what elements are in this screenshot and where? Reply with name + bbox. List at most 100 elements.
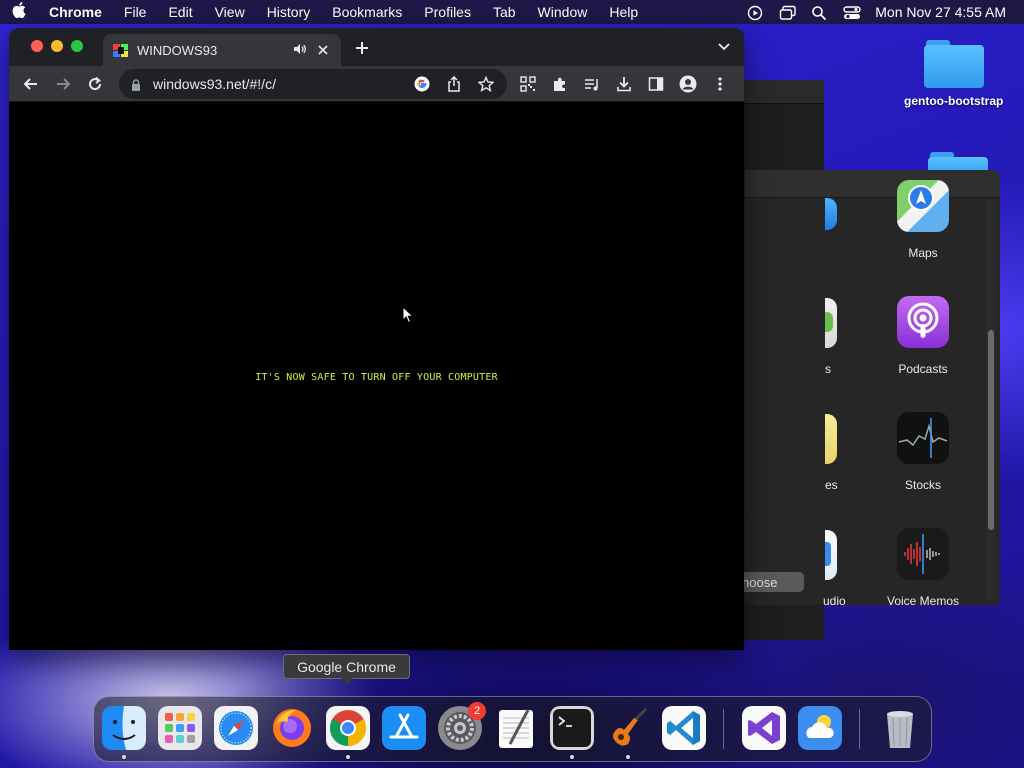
address-bar[interactable]: windows93.net/#!/c/ (119, 69, 507, 99)
folder-icon (923, 38, 984, 88)
partial-app-icon[interactable] (825, 414, 837, 464)
menu-bookmarks[interactable]: Bookmarks (321, 4, 413, 20)
partial-app-label: s (825, 362, 831, 376)
dock-firefox[interactable] (270, 706, 314, 750)
app-maps[interactable]: Maps (873, 180, 973, 260)
lock-icon[interactable] (131, 78, 141, 91)
screen-mirroring-icon[interactable] (779, 5, 796, 20)
url-text[interactable]: windows93.net/#!/c/ (153, 76, 413, 92)
windows93-favicon-icon (113, 42, 129, 58)
back-arrow-icon[interactable] (15, 69, 47, 99)
weather-icon (798, 706, 842, 750)
app-label: Maps (908, 246, 938, 260)
dock-visual-studio[interactable] (742, 706, 786, 750)
page-viewport[interactable]: IT'S NOW SAFE TO TURN OFF YOUR COMPUTER (9, 102, 744, 650)
minimize-window-button[interactable] (51, 40, 63, 52)
scrollbar[interactable] (986, 200, 996, 600)
vscode-icon (662, 706, 706, 750)
safari-icon (214, 706, 258, 750)
share-icon[interactable] (445, 75, 463, 93)
control-center-icon[interactable] (843, 5, 861, 19)
launchpad-icon (158, 706, 202, 750)
choose-button[interactable]: hoose (742, 572, 804, 592)
profile-avatar-icon[interactable] (679, 75, 697, 93)
app-label: Stocks (904, 478, 941, 492)
apple-menu-icon[interactable] (0, 1, 38, 23)
menu-view[interactable]: View (204, 4, 256, 20)
dock-tooltip: Google Chrome (283, 654, 410, 685)
menu-window[interactable]: Window (527, 4, 599, 20)
app-label: Podcasts (898, 362, 948, 376)
bookmark-star-icon[interactable] (477, 75, 495, 93)
menu-help[interactable]: Help (598, 4, 649, 20)
menu-app-name[interactable]: Chrome (38, 4, 113, 20)
app-stocks[interactable]: Stocks (873, 412, 973, 492)
zoom-window-button[interactable] (71, 40, 83, 52)
notification-badge: 2 (468, 702, 486, 720)
extensions-puzzle-icon[interactable] (551, 75, 569, 93)
tab-strip: WINDOWS93 (9, 28, 744, 66)
applications-window: s es udio Maps Podcasts Stocks Voice Mem… (745, 170, 1000, 605)
dock-running-indicator (626, 755, 630, 759)
dock-running-indicator (122, 755, 126, 759)
media-controls-icon[interactable] (583, 75, 601, 93)
garageband-icon (613, 707, 648, 746)
new-tab-icon[interactable] (355, 38, 369, 61)
chrome-icon (326, 706, 370, 750)
spotlight-search-icon[interactable] (811, 5, 827, 20)
menubar-clock[interactable]: Mon Nov 27 4:55 AM (875, 4, 1006, 20)
dock-app-store[interactable] (382, 706, 426, 750)
trash-icon (887, 711, 913, 748)
close-window-button[interactable] (31, 40, 43, 52)
dock-launchpad[interactable] (158, 706, 202, 750)
menu-edit[interactable]: Edit (157, 4, 203, 20)
dock-tooltip-label: Google Chrome (297, 658, 396, 675)
more-menu-icon[interactable] (711, 75, 729, 93)
tab-search-chevron-down-icon[interactable] (718, 40, 730, 54)
app-podcasts[interactable]: Podcasts (873, 296, 973, 376)
dock-safari[interactable] (214, 706, 258, 750)
menu-profiles[interactable]: Profiles (413, 4, 482, 20)
menu-bar: Chrome File Edit View History Bookmarks … (0, 0, 1024, 24)
app-voice-memos[interactable]: Voice Memos (873, 528, 973, 605)
play-status-icon[interactable] (747, 5, 763, 21)
voice-memos-icon (897, 528, 949, 580)
terminal-icon (550, 706, 594, 750)
partial-app-icon[interactable] (825, 298, 837, 348)
browser-toolbar: windows93.net/#!/c/ (9, 66, 744, 102)
dock-chrome[interactable] (326, 706, 370, 750)
tab-windows93[interactable]: WINDOWS93 (103, 34, 341, 66)
textedit-icon (499, 709, 533, 748)
tab-close-icon[interactable] (315, 42, 331, 58)
chrome-window: WINDOWS93 windows93.net/#!/c/ IT'S NOW S… (9, 28, 744, 650)
download-icon[interactable] (615, 75, 633, 93)
partial-app-icon[interactable] (825, 530, 837, 580)
google-lens-icon[interactable] (413, 75, 431, 93)
stocks-icon (897, 412, 949, 464)
dock-weather[interactable] (798, 706, 842, 750)
dock-terminal[interactable] (550, 706, 594, 750)
qr-code-icon[interactable] (519, 75, 537, 93)
partial-app-label: es (825, 478, 838, 492)
partial-app-icon[interactable] (825, 198, 837, 230)
dock-running-indicator (570, 755, 574, 759)
app-store-icon (382, 706, 426, 750)
scrollbar-thumb[interactable] (988, 330, 994, 530)
desktop-folder-gentoo-bootstrap[interactable]: gentoo-bootstrap (904, 38, 1003, 108)
dock-vscode[interactable] (662, 706, 706, 750)
choose-button-label: hoose (742, 574, 778, 590)
menu-tab[interactable]: Tab (482, 4, 527, 20)
side-panel-icon[interactable] (647, 75, 665, 93)
dock-textedit[interactable] (494, 706, 538, 750)
menu-file[interactable]: File (113, 4, 158, 20)
firefox-icon (273, 709, 311, 747)
tab-audio-icon[interactable] (293, 43, 307, 58)
dock-finder[interactable] (102, 706, 146, 750)
dock-trash[interactable] (878, 706, 922, 750)
menu-history[interactable]: History (256, 4, 322, 20)
desktop-folder-partial[interactable] (928, 150, 988, 170)
reload-icon[interactable] (79, 69, 111, 99)
forward-arrow-icon[interactable] (47, 69, 79, 99)
folder-icon (928, 150, 988, 170)
dock-garageband[interactable] (606, 706, 650, 750)
